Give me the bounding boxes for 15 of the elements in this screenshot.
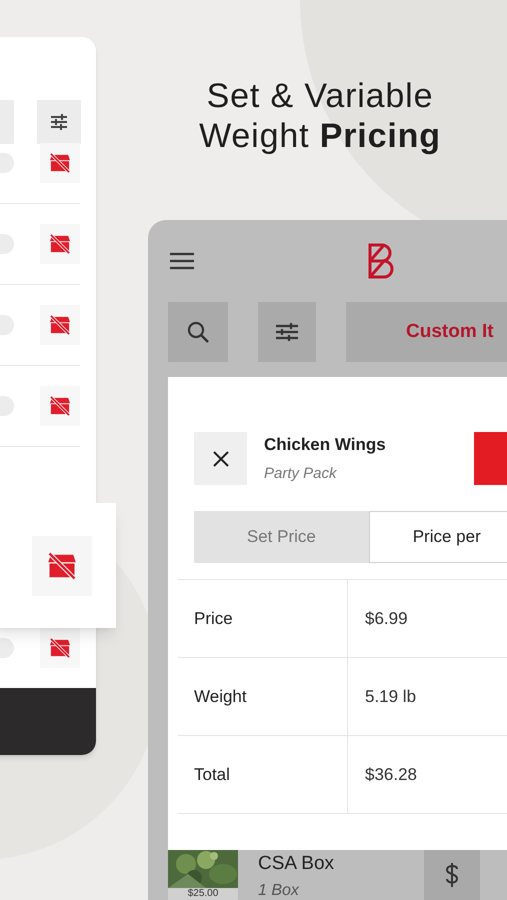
headline: Set & Variable	[206, 76, 434, 116]
headline: Weight Pricing	[199, 116, 441, 156]
row-value: 5.19 lb	[365, 686, 416, 708]
row-label: Total	[194, 764, 230, 786]
item-price: $25.00	[168, 888, 238, 900]
custom-item-button[interactable]: Custom It	[346, 302, 507, 362]
row-label: Price	[194, 608, 233, 630]
row-label: Weight	[194, 686, 247, 708]
row-value: $36.28	[365, 764, 417, 786]
row-value: $6.99	[365, 608, 408, 630]
item-name: CSA Box	[258, 852, 334, 876]
pricing-tab[interactable]: Price per	[368, 511, 507, 563]
item-quantity: 1 Box	[258, 880, 300, 900]
item-subtitle: Party Pack	[264, 464, 338, 484]
item-title: Chicken Wings	[264, 434, 386, 456]
